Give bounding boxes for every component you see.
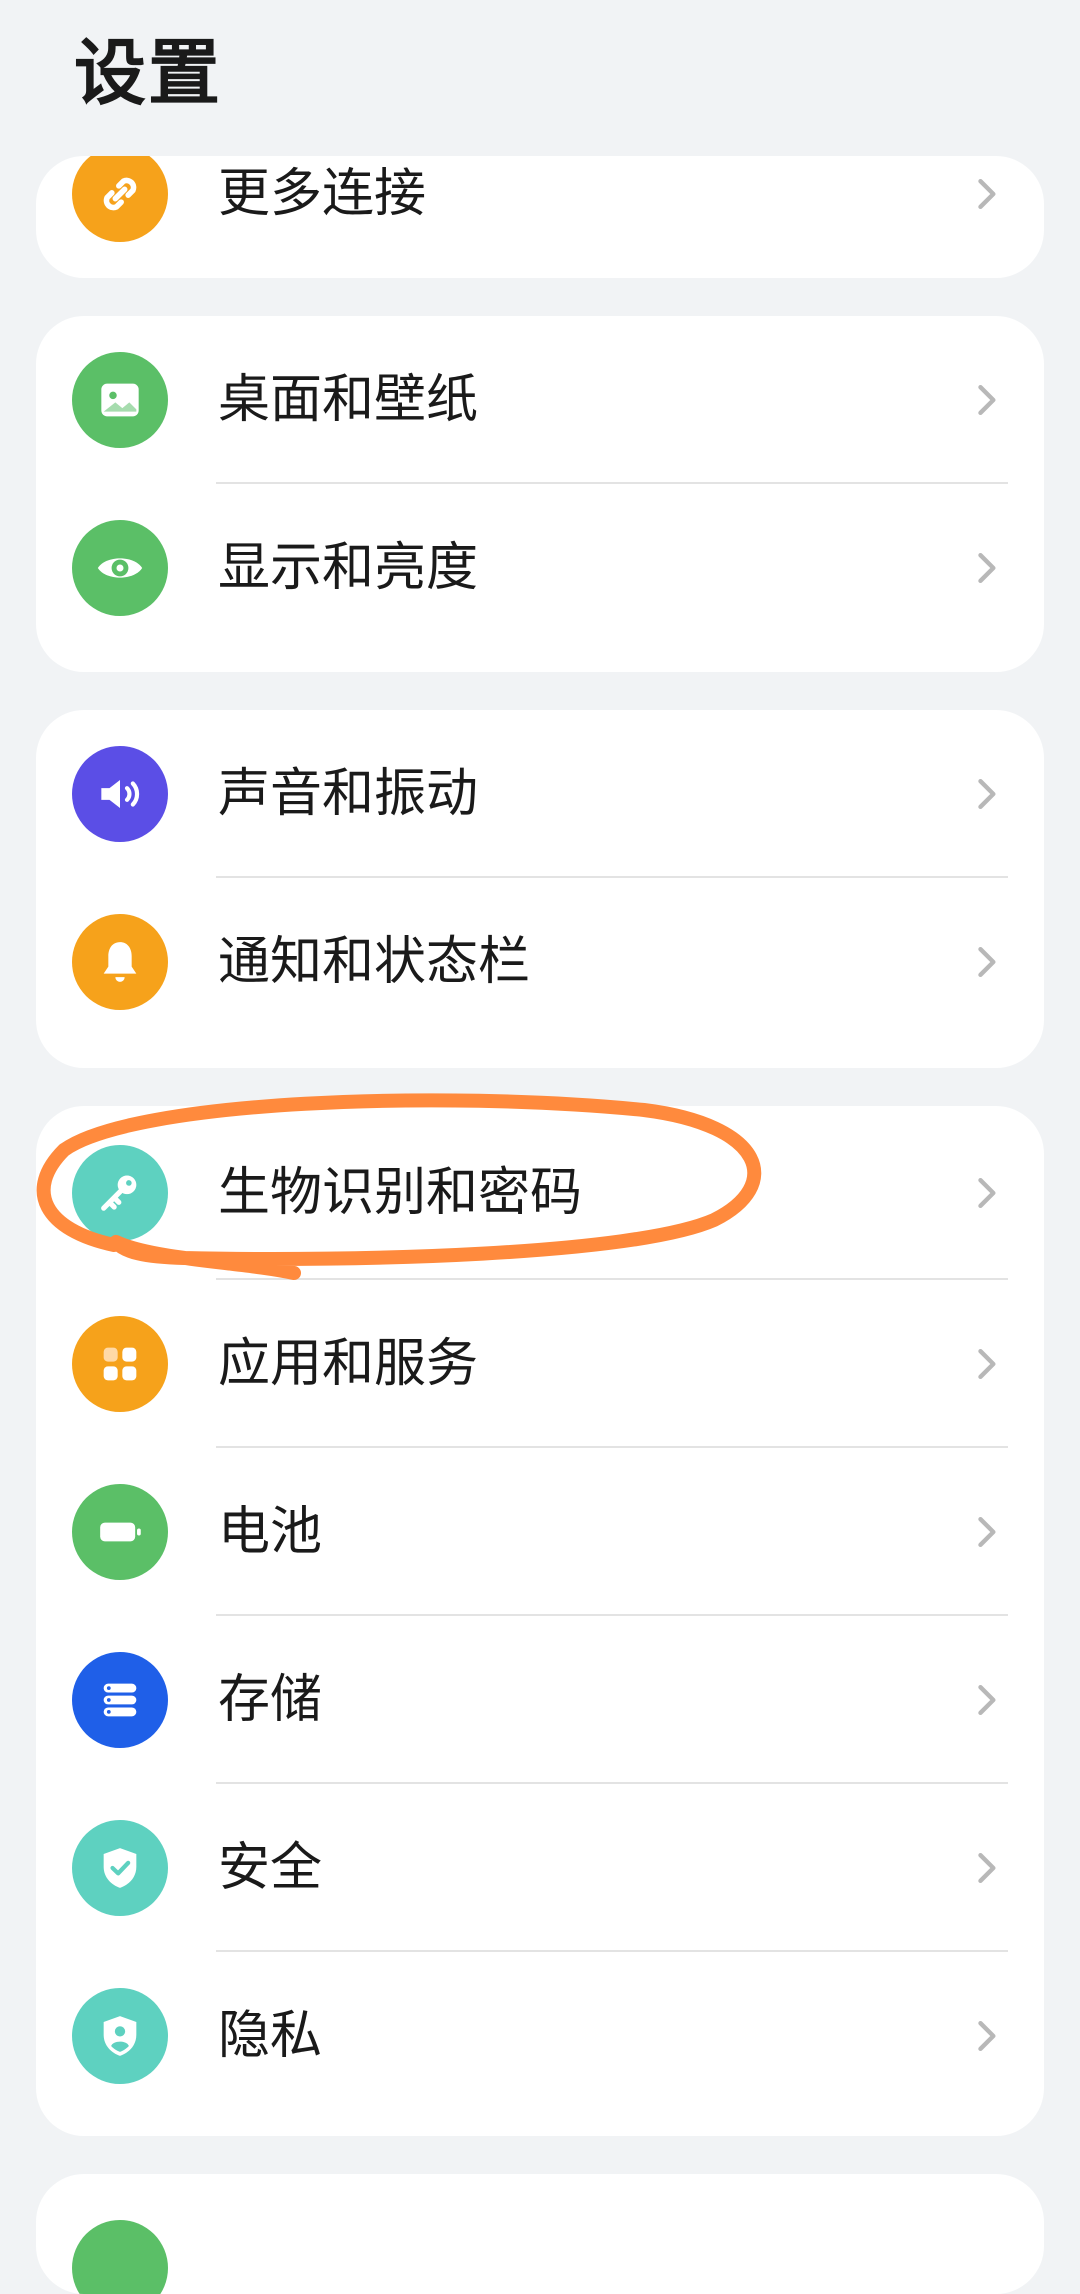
shield-check-icon <box>72 1820 168 1916</box>
eye-icon <box>72 520 168 616</box>
settings-item-label: 应用和服务 <box>218 1334 479 1394</box>
settings-item-label: 更多连接 <box>218 164 427 224</box>
settings-item-display-brightness[interactable]: 显示和亮度 <box>36 484 1044 652</box>
settings-group-next <box>36 2174 1044 2294</box>
settings-item-sound-vibration[interactable]: 声音和振动 <box>36 710 1044 878</box>
settings-item-storage[interactable]: 存储 <box>36 1616 1044 1784</box>
settings-item-notifications-statusbar[interactable]: 通知和状态栏 <box>36 878 1044 1046</box>
settings-item-label: 声音和振动 <box>218 764 479 824</box>
apps-grid-icon <box>72 1316 168 1412</box>
chevron-right-icon <box>978 552 996 584</box>
settings-item-apps-services[interactable]: 应用和服务 <box>36 1280 1044 1448</box>
settings-item-security[interactable]: 安全 <box>36 1784 1044 1952</box>
settings-item-privacy[interactable]: 隐私 <box>36 1952 1044 2120</box>
chevron-right-icon <box>978 1177 996 1209</box>
settings-group-connections: 更多连接 <box>36 156 1044 278</box>
bell-icon <box>72 914 168 1010</box>
settings-group-system: 生物识别和密码 应用和服务 电池 存储 安全 隐私 <box>36 1106 1044 2136</box>
next-item-icon <box>72 2220 168 2294</box>
settings-item-label: 隐私 <box>218 2006 323 2066</box>
link-icon <box>72 156 168 242</box>
settings-item-label: 存储 <box>218 1670 323 1730</box>
page-title: 设置 <box>74 31 223 115</box>
chevron-right-icon <box>978 2020 996 2052</box>
chevron-right-icon <box>978 1852 996 1884</box>
settings-item-label: 通知和状态栏 <box>218 932 531 992</box>
privacy-shield-icon <box>72 1988 168 2084</box>
settings-item-biometrics-password[interactable]: 生物识别和密码 <box>36 1106 1044 1280</box>
settings-item-label: 显示和亮度 <box>218 538 479 598</box>
settings-group-sound-notifications: 声音和振动 通知和状态栏 <box>36 710 1044 1068</box>
wallpaper-icon <box>72 352 168 448</box>
settings-item-more-connections[interactable]: 更多连接 <box>36 156 1044 278</box>
settings-item-label: 安全 <box>218 1838 323 1898</box>
chevron-right-icon <box>978 1348 996 1380</box>
chevron-right-icon <box>978 384 996 416</box>
settings-item-wallpaper[interactable]: 桌面和壁纸 <box>36 316 1044 484</box>
settings-item-label: 电池 <box>218 1502 323 1562</box>
battery-icon <box>72 1484 168 1580</box>
chevron-right-icon <box>978 1516 996 1548</box>
chevron-right-icon <box>978 1684 996 1716</box>
settings-group-display: 桌面和壁纸 显示和亮度 <box>36 316 1044 672</box>
settings-item-label: 生物识别和密码 <box>218 1163 583 1223</box>
settings-item-label: 桌面和壁纸 <box>218 370 479 430</box>
speaker-icon <box>72 746 168 842</box>
key-icon <box>72 1145 168 1241</box>
chevron-right-icon <box>978 178 996 210</box>
chevron-right-icon <box>978 946 996 978</box>
settings-item-battery[interactable]: 电池 <box>36 1448 1044 1616</box>
storage-icon <box>72 1652 168 1748</box>
chevron-right-icon <box>978 778 996 810</box>
